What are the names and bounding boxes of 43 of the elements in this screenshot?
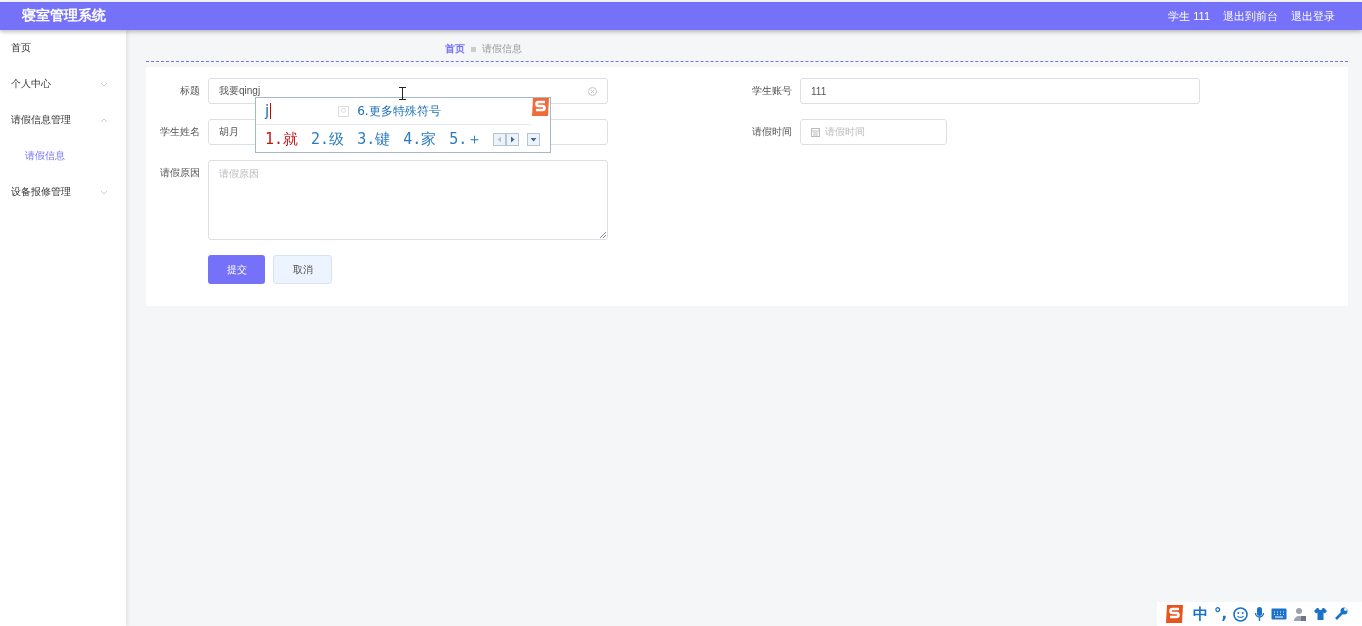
sidebar-item[interactable]: 请假信息	[0, 138, 126, 174]
header-link[interactable]: 退出到前台	[1223, 8, 1278, 24]
field-label: 请假时间	[751, 125, 792, 139]
ime-candidate[interactable]: 2.级	[311, 129, 345, 149]
field-label: 请假原因	[159, 166, 200, 180]
shirt-icon[interactable]	[1313, 607, 1329, 621]
sidebar-group[interactable]: 设备报修管理	[0, 174, 126, 210]
ime-candidate[interactable]: 4.家	[403, 129, 437, 149]
punctuation-toggle[interactable]: °,	[1214, 605, 1228, 623]
microphone-icon[interactable]	[1254, 606, 1266, 622]
menu-label: 个人中心	[11, 77, 51, 91]
input-field[interactable]: 111	[800, 78, 1200, 104]
ime-candidate[interactable]: 3.键	[357, 129, 391, 149]
menu-label: 请假信息管理	[11, 113, 71, 127]
calendar-icon	[811, 127, 820, 137]
page-arrows-icon[interactable]	[493, 132, 520, 146]
cancel-button[interactable]: 取消	[273, 255, 332, 284]
field-label: 学生姓名	[159, 125, 200, 139]
ime-composition: j	[265, 103, 272, 119]
text-cursor-icon	[399, 87, 406, 100]
header-link[interactable]: 退出登录	[1291, 8, 1335, 24]
menu-label: 设备报修管理	[11, 185, 71, 199]
breadcrumb-link[interactable]: 首页	[444, 41, 465, 56]
sidebar-group[interactable]: 请假信息管理	[0, 102, 126, 138]
person-icon	[338, 105, 350, 117]
dropdown-icon[interactable]	[527, 132, 541, 146]
ime-candidate[interactable]: 1.就	[265, 129, 299, 149]
smiley-icon[interactable]	[1233, 606, 1249, 622]
wrench-icon[interactable]	[1334, 607, 1349, 621]
resize-handle-icon[interactable]	[599, 231, 606, 238]
ime-option[interactable]: 6.更多特殊符号	[357, 102, 441, 120]
field-label: 标题	[179, 84, 200, 98]
ime-candidate[interactable]: 5.＋	[449, 129, 483, 149]
breadcrumb-link[interactable]: 请假信息	[481, 41, 522, 56]
field-label: 学生账号	[751, 84, 792, 98]
keyboard-icon[interactable]	[1271, 608, 1288, 620]
sidebar-group[interactable]: 个人中心	[0, 66, 126, 102]
user-icon[interactable]	[1293, 606, 1308, 622]
input-mode-toggle[interactable]: 中	[1193, 604, 1208, 624]
app-title: 寝室管理系统	[22, 7, 106, 25]
submit-button[interactable]: 提交	[208, 255, 265, 284]
user-label: 学生 111	[1168, 8, 1210, 24]
sidebar-item[interactable]: 首页	[0, 30, 126, 66]
